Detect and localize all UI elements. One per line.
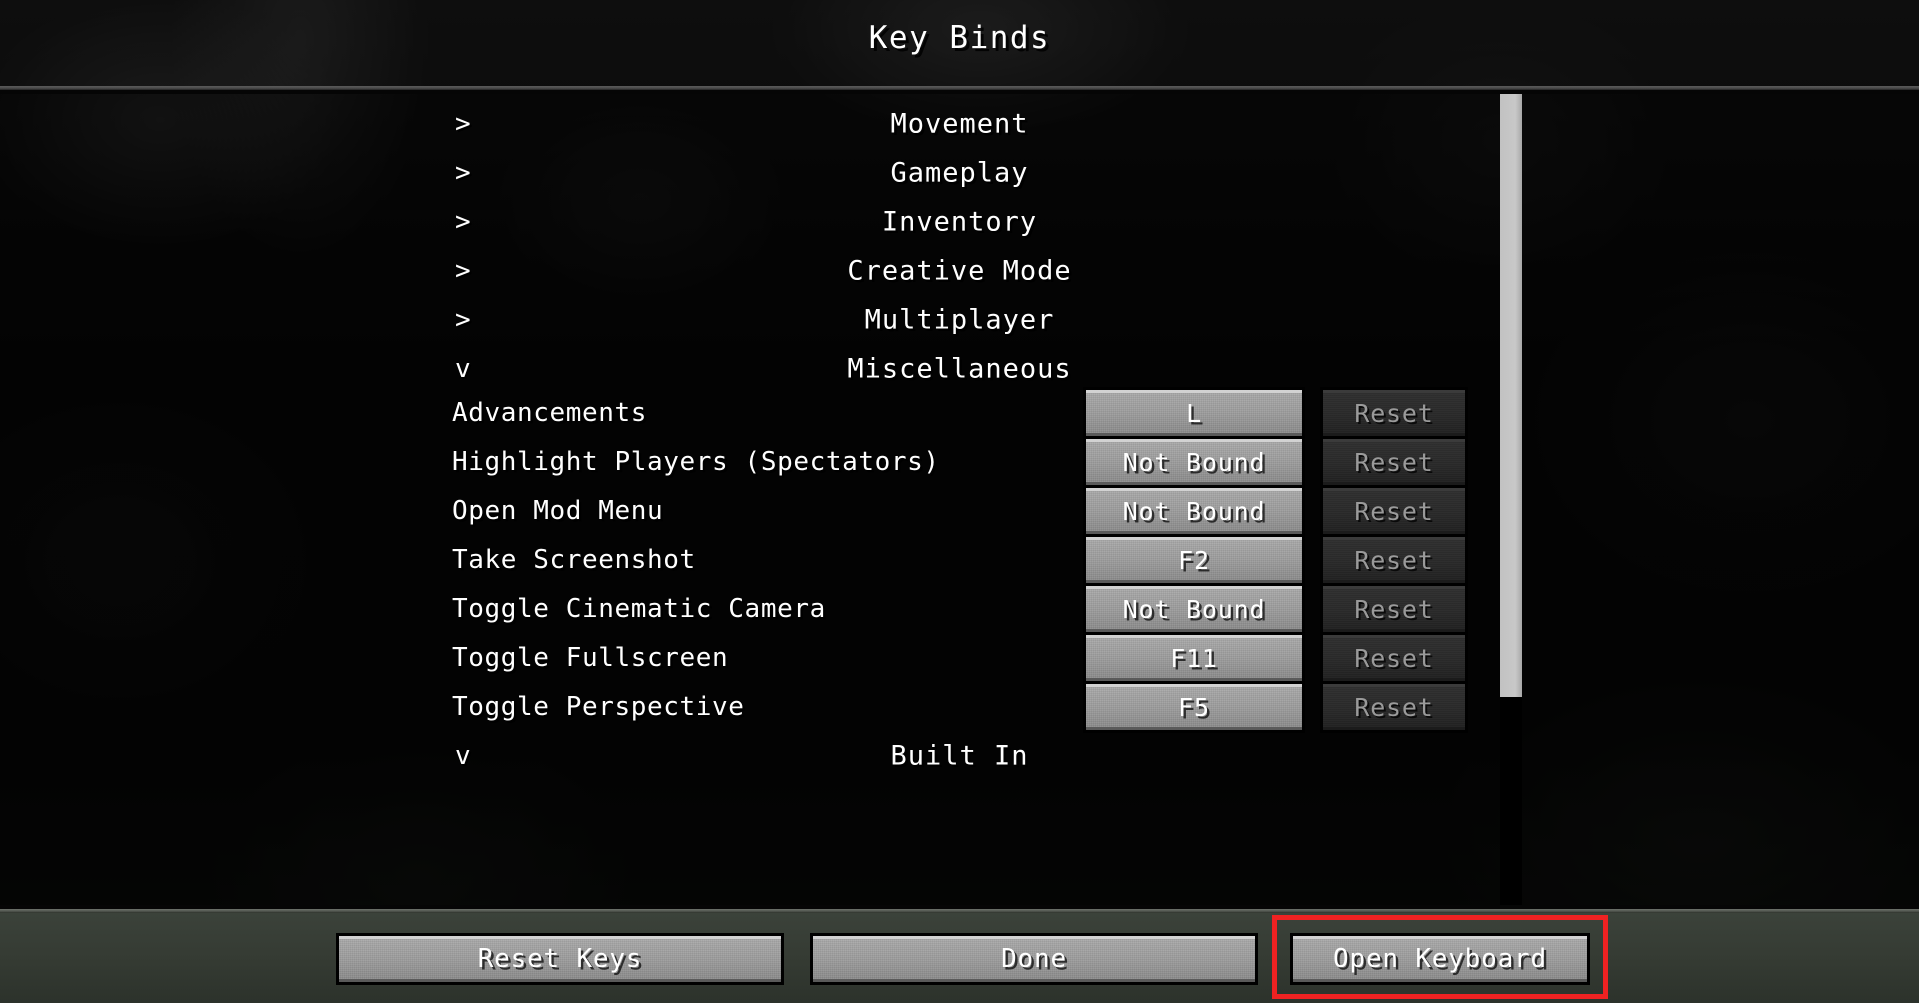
category-label: Multiplayer (864, 304, 1055, 336)
reset-label: Reset (1354, 398, 1434, 428)
category-label: Gameplay (890, 157, 1029, 189)
reset-keys-label: Reset Keys (477, 944, 643, 974)
keybind-key-label: Not Bound (1122, 594, 1266, 624)
reset-label: Reset (1354, 447, 1434, 477)
footer-bar: Reset Keys Done Open Keyboard (0, 913, 1919, 1003)
keybind-label: Toggle Fullscreen (452, 643, 729, 673)
category-label: Movement (890, 108, 1029, 140)
reset-label: Reset (1354, 594, 1434, 624)
reset-label: Reset (1354, 545, 1434, 575)
category-label: Built In (890, 740, 1029, 772)
category-label: Creative Mode (847, 255, 1072, 287)
open-keyboard-button[interactable]: Open Keyboard (1290, 933, 1590, 985)
done-label: Done (1001, 944, 1067, 974)
reset-label: Reset (1354, 692, 1434, 722)
keybind-key-label: F5 (1178, 692, 1210, 722)
keybind-key-label: Not Bound (1122, 496, 1266, 526)
keybind-label: Toggle Perspective (452, 692, 745, 722)
keybind-label: Toggle Cinematic Camera (452, 594, 826, 624)
scrollbar-thumb[interactable] (1500, 94, 1522, 697)
keybind-label: Take Screenshot (452, 545, 696, 575)
keybind-key-label: Not Bound (1122, 447, 1266, 477)
keybind-label: Open Mod Menu (452, 496, 664, 526)
keybind-key-label: F2 (1178, 545, 1210, 575)
done-button[interactable]: Done (810, 933, 1258, 985)
category-row-clipped[interactable]: v Built In (0, 726, 1919, 786)
keybind-label: Advancements (452, 398, 648, 428)
reset-keys-button[interactable]: Reset Keys (336, 933, 784, 985)
keybind-label: Highlight Players (Spectators) (452, 447, 940, 477)
reset-label: Reset (1354, 643, 1434, 673)
reset-label: Reset (1354, 496, 1434, 526)
keybind-key-label: F11 (1170, 643, 1218, 673)
keybinds-list[interactable]: > Movement > Gameplay > Inventory > Crea… (0, 94, 1919, 910)
category-label: Inventory (881, 206, 1038, 238)
page-title: Key Binds (868, 20, 1051, 56)
category-label: Miscellaneous (847, 353, 1072, 385)
keybind-key-label: L (1186, 398, 1202, 428)
keybinds-screen: Key Binds > Movement > Gameplay > Invent… (0, 0, 1919, 1003)
open-keyboard-label: Open Keyboard (1333, 944, 1547, 974)
